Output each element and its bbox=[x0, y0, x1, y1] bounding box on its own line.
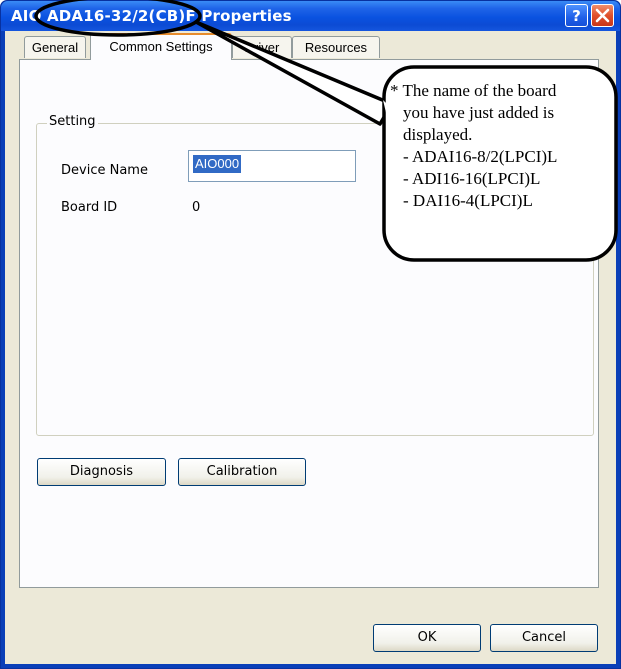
callout-pointer bbox=[194, 20, 394, 126]
title-highlight-ellipse bbox=[34, 0, 202, 37]
callout-item-3: - DAI16-4(LPCI)L bbox=[403, 191, 533, 210]
callout-line-2: you have just added is bbox=[403, 103, 555, 122]
callout-line-1: * The name of the board bbox=[390, 81, 557, 100]
callout-item-1: - ADAI16-8/2(LPCI)L bbox=[403, 147, 558, 166]
callout-item-2: - ADI16-16(LPCI)L bbox=[403, 169, 541, 188]
callout-text: * The name of the board you have just ad… bbox=[390, 80, 618, 212]
callout-line-3: displayed. bbox=[403, 125, 473, 144]
